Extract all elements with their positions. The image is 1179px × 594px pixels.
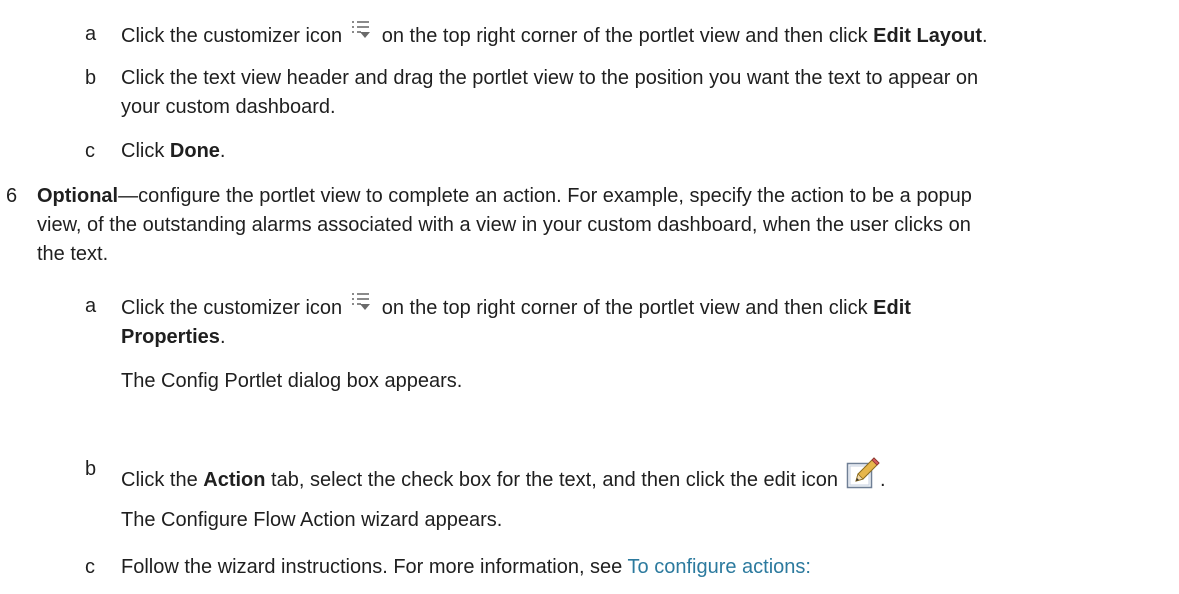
step-text-part: tab, select the check box for the text, …: [271, 469, 839, 491]
step-text-part: Click the customizer icon: [121, 25, 343, 47]
step-marker: a: [85, 23, 97, 45]
step-text-part: .: [219, 326, 226, 348]
step-text-line: Optional—configure the portlet view to c…: [6, 182, 1174, 211]
step-text-part: Click the: [121, 469, 198, 491]
step-marker: a: [85, 295, 97, 317]
step-marker: b: [85, 67, 97, 89]
step-text-line: the text.: [37, 243, 109, 265]
step-text: Click the Action tab, select the check b…: [121, 455, 1171, 535]
step-marker: b: [85, 458, 97, 480]
step-text-part: —configure the portlet view to complete …: [118, 185, 972, 207]
step-marker: c: [85, 140, 95, 162]
step-text-line: Click the Action tab, select the check b…: [121, 455, 1171, 495]
customizer-icon: [352, 292, 372, 316]
step-text: Click the customizer icon on the top rig…: [121, 292, 1171, 396]
step-text-line: view, of the outstanding alarms associat…: [37, 214, 971, 236]
step-result: The Config Portlet dialog box appears.: [121, 370, 463, 392]
step-text-part: on the top right corner of the portlet v…: [381, 297, 868, 319]
ui-label-properties: Properties: [121, 326, 220, 348]
step-text-part: Follow the wizard instructions. For more…: [121, 556, 623, 578]
step-text-part: on the top right corner of the portlet v…: [381, 25, 868, 47]
step-text-line: Click the text view header and drag the …: [121, 67, 979, 89]
edit-icon: [846, 455, 880, 489]
optional-label: Optional: [37, 185, 119, 207]
ui-label-done: Done: [169, 140, 220, 162]
step-text: Click the customizer icon on the top rig…: [121, 20, 988, 51]
step-result: The Configure Flow Action wizard appears…: [121, 509, 503, 531]
ui-label-action: Action: [203, 469, 266, 491]
step-text-part: Click: [121, 140, 165, 162]
step-text: Optional—configure the portlet view to c…: [6, 182, 1174, 269]
step-text-line: Click the customizer icon on the top rig…: [121, 292, 1171, 323]
step-text: Follow the wizard instructions. For more…: [121, 553, 811, 582]
step-text-part: .: [982, 25, 988, 47]
step-text-part: Click the customizer icon: [121, 297, 343, 319]
step-text-line: Properties.: [121, 323, 1171, 352]
customizer-icon: [352, 20, 372, 44]
step-text: Click Done.: [121, 137, 225, 166]
configure-actions-link[interactable]: To configure actions:: [628, 556, 811, 578]
ui-label-edit: Edit: [873, 297, 911, 319]
document-page: a Click the customizer icon on the top r…: [0, 0, 1179, 594]
ui-label-edit-layout: Edit Layout: [873, 25, 983, 47]
step-text-part: .: [219, 140, 226, 162]
step-text-line: your custom dashboard.: [121, 96, 336, 118]
step-text: Click the text view header and drag the …: [121, 64, 1171, 122]
step-text-part: .: [880, 469, 886, 491]
step-marker: c: [85, 556, 95, 578]
